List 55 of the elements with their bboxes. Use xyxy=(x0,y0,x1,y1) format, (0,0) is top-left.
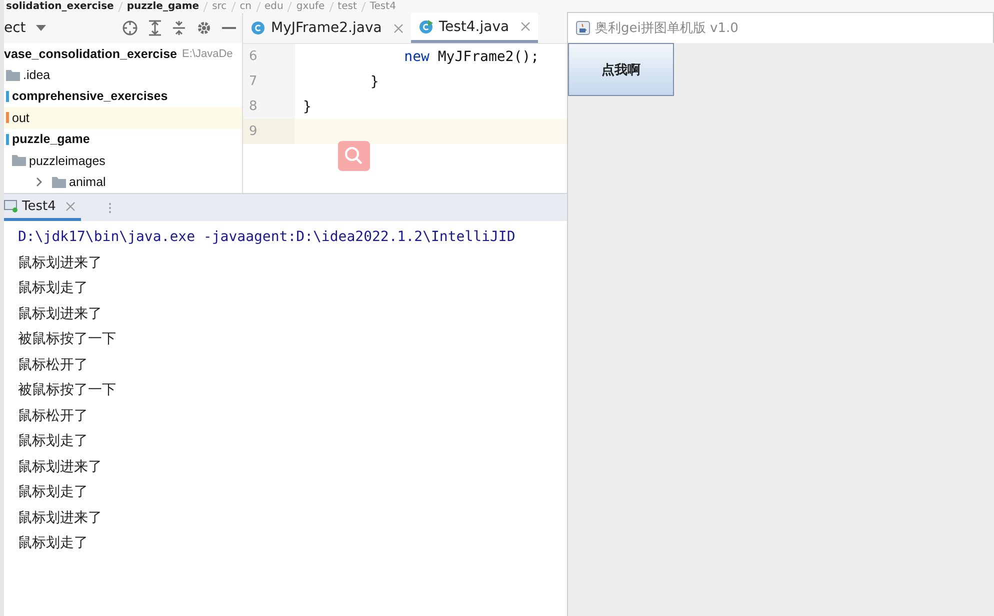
breadcrumb-item[interactable]: solidation_exercise xyxy=(6,0,114,12)
close-icon[interactable] xyxy=(394,24,403,32)
console-output: 鼠标划进来了 xyxy=(18,458,103,476)
breadcrumb-item[interactable]: puzzle_game xyxy=(126,0,200,12)
window-title: 奥利gei拼图单机版 v1.0 xyxy=(595,20,738,37)
folder-icon xyxy=(12,155,26,166)
console-output: 被鼠标按了一下 xyxy=(18,381,117,400)
close-icon[interactable] xyxy=(521,22,530,31)
console-icon xyxy=(4,199,18,213)
line-number: 9 xyxy=(243,119,295,144)
folder-edge-icon xyxy=(6,112,9,124)
class-icon xyxy=(251,21,265,35)
chevron-icon[interactable] xyxy=(36,177,43,188)
console-output: 鼠标划进来了 xyxy=(18,304,103,324)
tree-item[interactable]: puzzle_game xyxy=(4,128,242,150)
click-me-button[interactable]: 点我啊 xyxy=(568,43,674,96)
tree-item[interactable]: out xyxy=(4,107,242,129)
console-output: 鼠标划走了 xyxy=(18,432,89,451)
console-output: 鼠标松开了 xyxy=(18,356,89,374)
tree-item[interactable]: .idea xyxy=(4,64,242,86)
runnable-class-icon xyxy=(418,20,433,34)
console-output: 鼠标划进来了 xyxy=(18,508,103,528)
panel-title[interactable]: ect xyxy=(4,20,26,36)
folder-icon xyxy=(6,70,20,81)
editor-tab[interactable]: MyJFrame2.java xyxy=(243,13,411,43)
expand-all-icon[interactable] xyxy=(148,20,162,36)
folder-edge-icon xyxy=(6,134,9,145)
line-number: 6 xyxy=(243,44,295,69)
search-icon xyxy=(344,146,364,166)
console-output: 鼠标划走了 xyxy=(18,483,89,502)
coffee-cup-icon xyxy=(576,21,590,35)
minimize-icon[interactable] xyxy=(222,26,236,30)
code-line: } xyxy=(303,98,312,114)
console-output: 鼠标松开了 xyxy=(18,406,89,426)
tree-item[interactable]: animal xyxy=(4,171,242,193)
run-tab[interactable]: Test4 xyxy=(4,194,81,221)
tree-item[interactable]: puzzleimages xyxy=(4,150,242,172)
code-line: new MyJFrame2(); xyxy=(403,48,540,64)
settings-icon[interactable] xyxy=(196,20,212,36)
tree-item[interactable]: comprehensive_exercises xyxy=(4,86,242,108)
console-output: 被鼠标按了一下 xyxy=(18,330,117,349)
console-output: 鼠标划走了 xyxy=(18,534,89,553)
code-line: } xyxy=(369,74,379,90)
line-number: 8 xyxy=(243,94,295,119)
folder-icon xyxy=(52,176,66,188)
crosshair-icon[interactable] xyxy=(122,20,138,36)
line-number: 7 xyxy=(243,69,295,94)
collapse-all-icon[interactable] xyxy=(172,20,186,36)
folder-edge-icon xyxy=(6,90,9,102)
console-output: 鼠标划进来了 xyxy=(18,254,103,272)
editor-tab[interactable]: Test4.java xyxy=(410,13,538,43)
tree-item[interactable]: vase_consolidation_exercise E:\JavaDe xyxy=(4,43,242,64)
console-output: 鼠标划走了 xyxy=(18,279,89,298)
console-command: D:\jdk17\bin\java.exe -javaagent:D:\idea2022.1.2\IntelliJID xyxy=(18,228,516,247)
caret-icon[interactable] xyxy=(36,25,46,31)
